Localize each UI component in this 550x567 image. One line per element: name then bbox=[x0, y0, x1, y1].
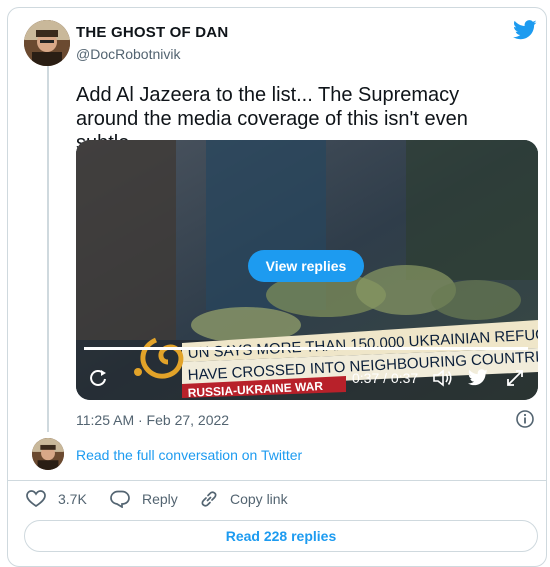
like-action[interactable]: 3.7K bbox=[26, 490, 87, 508]
info-icon[interactable] bbox=[515, 409, 535, 429]
author-display-name[interactable]: THE GHOST OF DAN bbox=[76, 24, 228, 41]
author-avatar[interactable] bbox=[24, 20, 70, 66]
twitter-bird-icon[interactable] bbox=[513, 20, 537, 40]
reply-bubble-icon bbox=[110, 490, 130, 508]
fullscreen-icon[interactable] bbox=[505, 368, 525, 388]
reply-action[interactable]: Reply bbox=[110, 490, 178, 508]
reply-avatar[interactable] bbox=[32, 438, 64, 470]
twitter-bird-icon[interactable] bbox=[468, 369, 488, 386]
video-time: 0:37 / 0:37 bbox=[352, 370, 419, 386]
copy-link-label: Copy link bbox=[230, 491, 288, 507]
like-count: 3.7K bbox=[58, 491, 87, 507]
link-icon bbox=[201, 491, 217, 507]
video-progress-bar[interactable] bbox=[84, 347, 528, 350]
read-full-conversation-link[interactable]: Read the full conversation on Twitter bbox=[76, 447, 302, 463]
replay-icon[interactable] bbox=[88, 368, 108, 388]
view-replies-button[interactable]: View replies bbox=[248, 250, 364, 282]
author-handle[interactable]: @DocRobotnivik bbox=[76, 46, 180, 62]
copy-link-action[interactable]: Copy link bbox=[200, 490, 288, 508]
reply-label: Reply bbox=[142, 491, 178, 507]
heart-icon bbox=[26, 490, 46, 508]
video-player[interactable]: UN SAYS MORE THAN 150,000 UKRAINIAN REFU… bbox=[76, 140, 538, 400]
tweet-timestamp[interactable]: 11:25 AM · Feb 27, 2022 bbox=[76, 412, 229, 428]
volume-icon[interactable] bbox=[432, 368, 454, 388]
read-replies-button[interactable]: Read 228 replies bbox=[24, 520, 538, 552]
thread-line bbox=[47, 62, 49, 432]
divider bbox=[8, 480, 546, 481]
